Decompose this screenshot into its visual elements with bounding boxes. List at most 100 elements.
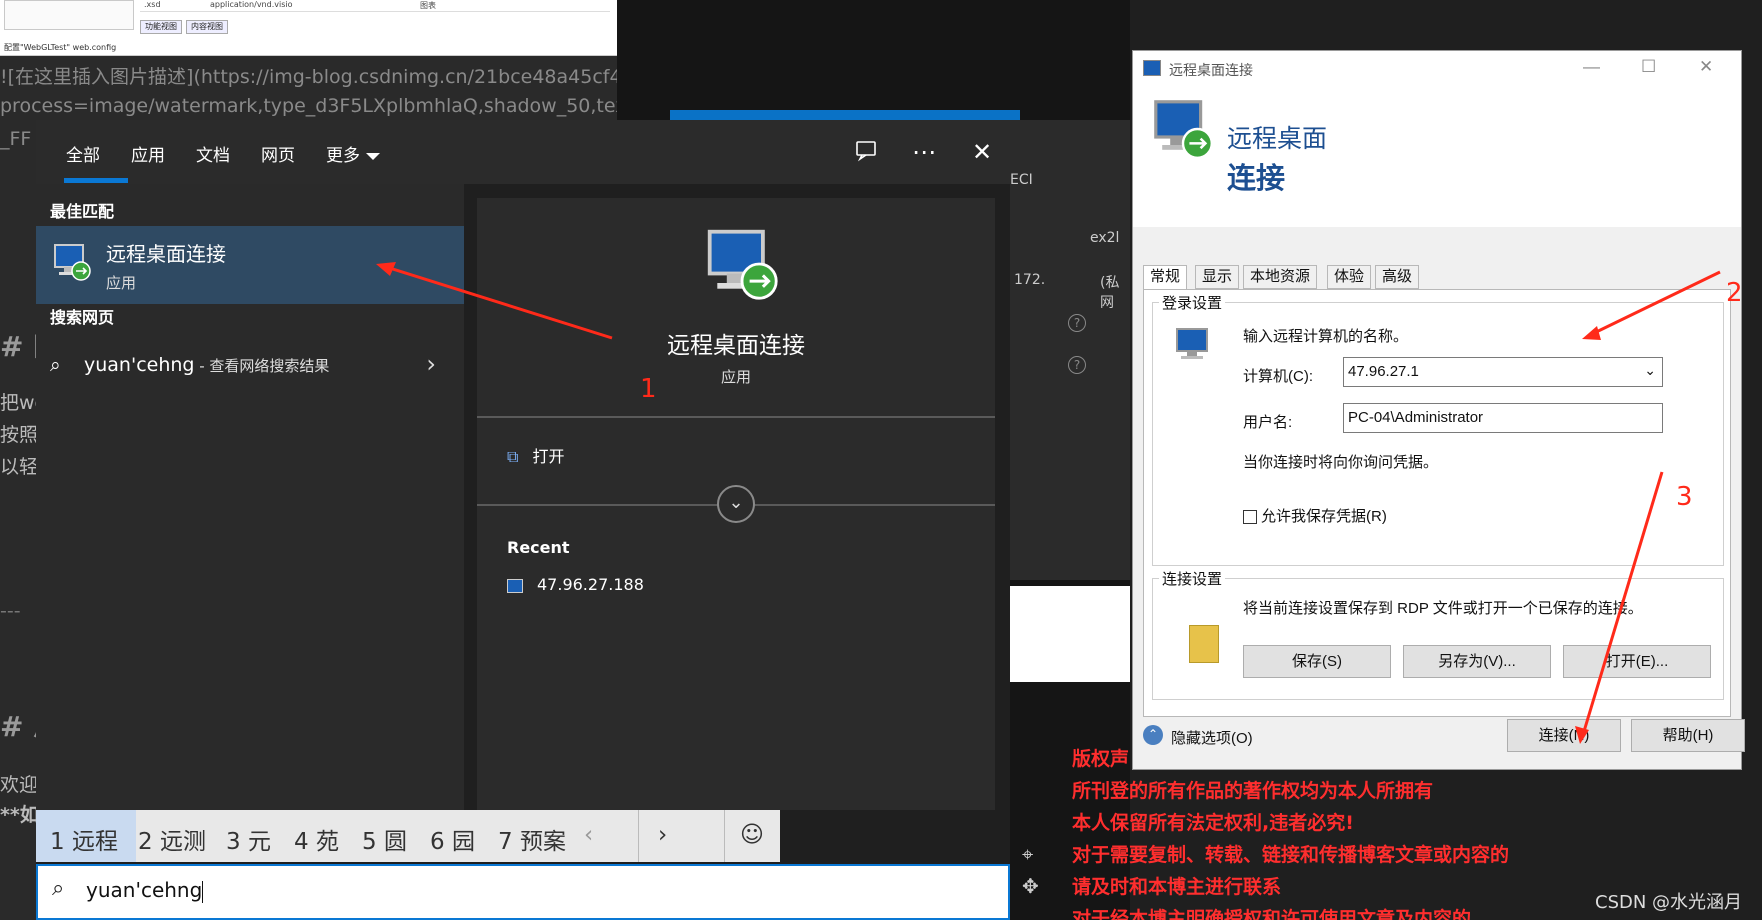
chevron-up-icon[interactable]: ⌃ — [1143, 725, 1163, 745]
watermark: CSDN @水光涵月 — [1595, 892, 1743, 913]
computer-combobox[interactable]: 47.96.27.1 ⌄ — [1343, 357, 1663, 387]
feedback-icon[interactable] — [854, 138, 878, 168]
save-button[interactable]: 保存(S) — [1243, 645, 1391, 678]
active-tab-indicator — [64, 178, 128, 183]
next-page-icon[interactable]: › — [658, 822, 667, 848]
bg-status: 配置"WebGLTest" web.config — [4, 43, 117, 52]
bg-dialog-text: (私网 — [1100, 275, 1120, 311]
user-label: 用户名: — [1243, 414, 1293, 431]
tab-documents[interactable]: 文档 — [196, 141, 230, 166]
tab-apps[interactable]: 应用 — [131, 141, 165, 166]
chevron-down-icon — [366, 152, 380, 160]
banner-line2: 连接 — [1227, 163, 1286, 195]
tab-local-resources[interactable]: 本地资源 — [1243, 265, 1318, 289]
close-icon[interactable]: ✕ — [1699, 57, 1713, 77]
open-label: 打开 — [532, 447, 565, 466]
minimize-icon[interactable]: — — [1583, 57, 1600, 77]
open-icon: ⧉ — [507, 447, 519, 466]
tab-all[interactable]: 全部 — [66, 141, 100, 166]
ime-candidate[interactable]: 6 园 — [430, 822, 475, 856]
section-web: 搜索网页 — [50, 308, 115, 327]
bg-tab: 功能视图 — [140, 20, 182, 34]
bg-text: 以轻 — [0, 456, 39, 478]
bg-cell: application/vnd.visio — [210, 0, 293, 9]
chevron-down-icon: ⌄ — [1644, 362, 1656, 378]
close-icon[interactable]: ✕ — [972, 138, 992, 166]
web-search-item[interactable]: ⌕ yuan'cehng - 查看网络搜索结果 › — [36, 344, 464, 388]
rdp-window-title: 远程桌面连接 — [1169, 62, 1253, 78]
bg-cell: .xsd — [144, 0, 161, 9]
divider — [477, 416, 995, 418]
hide-options-link[interactable]: 隐藏选项(O) — [1171, 727, 1253, 748]
tab-display[interactable]: 显示 — [1195, 265, 1240, 289]
windows-search-panel: 全部 应用 文档 网页 更多 ⋯ ✕ 最佳匹配 远程桌面连接 应用 搜索网页 ⌕… — [36, 120, 1010, 920]
banner-line1: 远程桌面 — [1227, 125, 1328, 153]
tab-web[interactable]: 网页 — [261, 141, 295, 166]
folder-icon — [1189, 625, 1219, 663]
detail-pane: 远程桌面连接 应用 ⧉ 打开 ⌄ Recent 47.96.27.188 — [477, 198, 995, 810]
expand-button[interactable]: ⌄ — [717, 485, 755, 523]
tab-more-label: 更多 — [326, 146, 360, 166]
bg-explorer-row: .xsd application/vnd.visio 图表 — [140, 0, 610, 12]
bg-explorer-tabs: 功能视图 内容视图 — [140, 20, 228, 34]
rdp-title-icon — [1143, 60, 1161, 76]
help-icon: ? — [1068, 314, 1086, 332]
ime-candidate[interactable]: 1 远程 — [50, 822, 118, 856]
annotation-number: 3 — [1676, 482, 1693, 512]
best-match-item[interactable]: 远程桌面连接 应用 — [36, 226, 464, 304]
save-as-button[interactable]: 另存为(V)... — [1403, 645, 1551, 678]
search-box[interactable]: ⌕ yuan'cehng — [36, 864, 1010, 920]
open-file-button[interactable]: 打开(E)... — [1563, 645, 1711, 678]
best-match-type: 应用 — [106, 274, 137, 292]
bg-text: 按照 — [0, 424, 39, 446]
prev-page-icon[interactable]: ‹ — [584, 822, 593, 848]
chevron-right-icon: › — [426, 350, 436, 378]
divider — [638, 810, 639, 862]
bg-explorer-window: .xsd application/vnd.visio 图表 功能视图 内容视图 … — [0, 0, 617, 56]
recent-item[interactable]: 47.96.27.188 — [507, 575, 644, 594]
ime-candidate[interactable]: 2 远测 — [138, 822, 206, 856]
tab-general[interactable]: 常规 — [1143, 265, 1188, 290]
help-button[interactable]: 帮助(H) — [1631, 719, 1745, 752]
connection-note: 将当前连接设置保存到 RDP 文件或打开一个已保存的连接。 — [1243, 600, 1643, 617]
login-settings-group: 登录设置 输入远程计算机的名称。 计算机(C): 47.96.27.1 ⌄ 用户… — [1152, 292, 1724, 566]
rdp-titlebar: 远程桌面连接 — ☐ ✕ — [1133, 51, 1741, 87]
tab-experience[interactable]: 体验 — [1327, 265, 1372, 289]
connect-button[interactable]: 连接(N) — [1507, 719, 1621, 752]
ime-candidate[interactable]: 7 预案 — [498, 822, 566, 856]
username-field[interactable]: PC-04\Administrator — [1343, 403, 1663, 433]
group-label: 连接设置 — [1159, 568, 1226, 589]
results-list: 最佳匹配 远程桌面连接 应用 搜索网页 ⌕ yuan'cehng - 查看网络搜… — [36, 184, 464, 810]
tab-more[interactable]: 更多 — [326, 141, 380, 166]
bg-rule: --- — [0, 600, 21, 622]
recent-item-label: 47.96.27.188 — [537, 575, 644, 594]
bg-panel — [1010, 586, 1130, 682]
checkbox-icon — [1243, 510, 1257, 525]
emoji-icon[interactable]: ☺ — [740, 822, 764, 848]
search-input-value: yuan'cehng — [86, 878, 203, 902]
group-label: 登录设置 — [1159, 292, 1226, 313]
ime-candidate[interactable]: 4 苑 — [294, 822, 339, 856]
maximize-icon[interactable]: ☐ — [1641, 57, 1656, 77]
bg-dialog-text: ex2l — [1090, 230, 1120, 246]
open-action[interactable]: ⧉ 打开 — [507, 443, 564, 467]
save-credentials-checkbox[interactable]: 允许我保存凭据(R) — [1243, 505, 1387, 526]
computer-label: 计算机(C): — [1243, 368, 1313, 385]
section-best-match: 最佳匹配 — [50, 202, 115, 221]
chevron-down-icon: ⌄ — [728, 492, 744, 513]
copyright-notice: 本人保留所有法定权利,违者必究! — [1072, 812, 1354, 834]
bg-text: **如 — [0, 804, 39, 826]
ime-candidate-bar: 1 远程 2 远测 3 元 4 苑 5 圆 6 园 7 预案 ‹ › ☺ — [36, 810, 780, 862]
rdp-banner: 远程桌面 连接 — [1133, 87, 1741, 227]
ime-candidate[interactable]: 3 元 — [226, 822, 271, 856]
divider — [724, 810, 725, 862]
bg-dialog: ECI ex2l 172. (私网 ? ? — [1010, 120, 1130, 580]
target-icon: ⌖ — [1022, 842, 1034, 866]
credential-note: 当你连接时将向你询问凭据。 — [1243, 454, 1439, 471]
search-input[interactable]: yuan'cehng — [86, 878, 204, 903]
ime-candidate[interactable]: 5 圆 — [362, 822, 407, 856]
bg-toolbar: ⌖ ✥ — [1022, 838, 1044, 902]
more-icon[interactable]: ⋯ — [912, 138, 936, 166]
rdp-small-icon — [507, 578, 523, 593]
tab-advanced[interactable]: 高级 — [1375, 265, 1420, 289]
